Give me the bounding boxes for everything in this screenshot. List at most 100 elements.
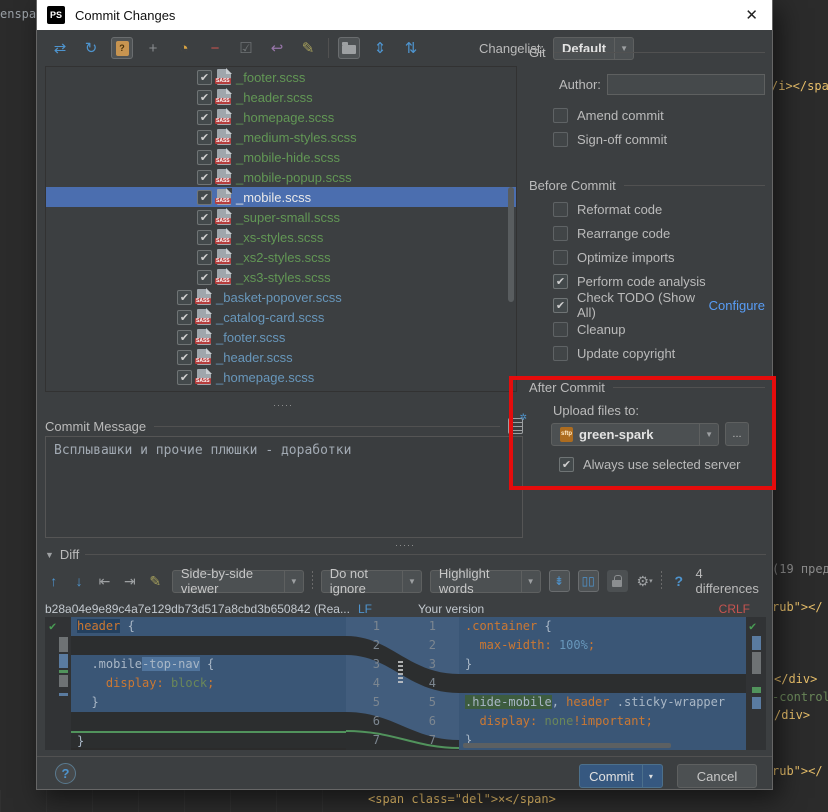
remove-icon[interactable]: − (204, 37, 226, 59)
always-use-server-option[interactable]: ✔ Always use selected server (559, 456, 765, 472)
file-checkbox[interactable]: ✔ (197, 90, 212, 105)
author-field[interactable] (607, 74, 765, 95)
tree-scrollbar[interactable] (508, 187, 514, 302)
file-checkbox[interactable]: ✔ (197, 170, 212, 185)
collapse-all-icon[interactable]: ⇅ (400, 37, 422, 59)
option-label: Sign-off commit (577, 132, 667, 147)
file-checkbox[interactable]: ✔ (197, 110, 212, 125)
option-checkbox-row[interactable]: ✔Perform code analysis (553, 273, 765, 289)
apply-right-icon[interactable]: ⇥ (121, 571, 138, 591)
cancel-button[interactable]: Cancel (677, 764, 757, 788)
tree-file-row[interactable]: ✔SASS_homepage.scss (46, 367, 516, 387)
git-section-header: Git (529, 44, 765, 60)
option-label: Reformat code (577, 202, 662, 217)
file-checkbox[interactable]: ✔ (177, 290, 192, 305)
checkbox-checked-icon[interactable]: ✔ (559, 457, 574, 472)
rollback-icon[interactable]: ↩ (266, 37, 288, 59)
tree-file-row[interactable]: ✔SASS_xs3-styles.scss (46, 267, 516, 287)
next-difference-icon[interactable]: ↓ (70, 571, 87, 591)
checkbox-unchecked-icon[interactable] (553, 322, 568, 337)
option-checkbox-row[interactable]: Amend commit (553, 107, 765, 123)
file-checkbox[interactable]: ✔ (197, 70, 212, 85)
option-checkbox-row[interactable]: Cleanup (553, 321, 765, 337)
checkbox-unchecked-icon[interactable] (553, 202, 568, 217)
browse-servers-button[interactable]: ... (725, 422, 749, 446)
add-file-icon[interactable]: + (142, 37, 164, 59)
configure-link[interactable]: Configure (709, 298, 765, 313)
file-checkbox[interactable]: ✔ (197, 210, 212, 225)
checkbox-unchecked-icon[interactable] (553, 108, 568, 123)
checkbox-unchecked-icon[interactable] (553, 226, 568, 241)
edit-source-icon[interactable]: ✎ (147, 571, 164, 591)
commit-button[interactable]: Commit ▾ (579, 764, 663, 788)
apply-left-icon[interactable]: ⇤ (96, 571, 113, 591)
collapse-triangle-icon[interactable]: ▼ (45, 550, 54, 560)
option-label: Check TODO (Show All) (577, 290, 700, 320)
gear-icon[interactable]: ⚙▾ (636, 571, 653, 591)
file-checkbox[interactable]: ✔ (197, 190, 212, 205)
upload-server-select[interactable]: sftp green-spark ▼ (551, 423, 719, 446)
tree-file-row[interactable]: ✔SASS_mobile-hide.scss (46, 147, 516, 167)
checkbox-checked-icon[interactable]: ✔ (553, 274, 568, 289)
show-unversioned-files-icon[interactable]: ? (111, 37, 133, 59)
group-by-directory-icon[interactable] (338, 37, 360, 59)
file-name: _header.scss (236, 90, 313, 105)
message-history-icon[interactable] (508, 418, 523, 434)
help-button[interactable]: ? (55, 763, 76, 784)
option-checkbox-row[interactable]: Optimize imports (553, 249, 765, 265)
horizontal-scrollbar[interactable] (463, 743, 671, 748)
file-checkbox[interactable]: ✔ (197, 150, 212, 165)
splitter-handle[interactable]: ····· (273, 400, 293, 410)
background-code-fragment: /i></spa (771, 79, 828, 93)
file-checkbox[interactable]: ✔ (197, 250, 212, 265)
checkbox-unchecked-icon[interactable] (553, 132, 568, 147)
synchronize-scrolling-icon[interactable]: ▯▯ (578, 570, 599, 592)
highlight-mode-select[interactable]: Highlight words ▼ (430, 570, 541, 593)
tree-file-row[interactable]: ✔SASS_header.scss (46, 347, 516, 367)
option-checkbox-row[interactable]: Update copyright (553, 345, 765, 361)
checkbox-unchecked-icon[interactable] (553, 250, 568, 265)
file-checkbox[interactable]: ✔ (177, 330, 192, 345)
whitespace-ignore-select[interactable]: Do not ignore ▼ (321, 570, 422, 593)
commit-message-input[interactable]: Всплывашки и прочие плюшки - доработки (45, 436, 523, 538)
checkbox-checked-icon[interactable]: ✔ (553, 298, 568, 313)
diff-line: .mobile-top-nav { (71, 655, 346, 674)
tree-file-row[interactable]: ✔SASS_header.scss (46, 87, 516, 107)
check-files-icon[interactable]: ☑ (235, 37, 257, 59)
tree-file-row[interactable]: ✔SASS_xs2-styles.scss (46, 247, 516, 267)
tree-file-row[interactable]: ✔SASS_footer.scss (46, 67, 516, 87)
lock-icon[interactable] (607, 570, 628, 592)
tree-file-row[interactable]: ✔SASS_mobile.scss (46, 187, 516, 207)
expand-all-icon[interactable]: ⇕ (369, 37, 391, 59)
viewer-mode-select[interactable]: Side-by-side viewer ▼ (172, 570, 304, 593)
move-to-another-changelist-icon[interactable]: ⇄ (49, 37, 71, 59)
file-checkbox[interactable]: ✔ (197, 130, 212, 145)
collapse-unchanged-icon[interactable]: ⇟ (549, 570, 570, 592)
option-checkbox-row[interactable]: Reformat code (553, 201, 765, 217)
tree-file-row[interactable]: ✔SASS_medium-styles.scss (46, 127, 516, 147)
option-checkbox-row[interactable]: Rearrange code (553, 225, 765, 241)
tree-file-row[interactable]: ✔SASS_catalog-card.scss (46, 307, 516, 327)
file-checkbox[interactable]: ✔ (177, 350, 192, 365)
show-diff-icon[interactable]: ◔ (173, 37, 195, 59)
edit-source-icon[interactable]: ✎ (297, 37, 319, 59)
help-icon[interactable]: ? (670, 571, 687, 591)
close-icon[interactable]: ✕ (741, 6, 762, 24)
tree-file-row[interactable]: ✔SASS_super-small.scss (46, 207, 516, 227)
tree-file-row[interactable]: ✔SASS_basket-popover.scss (46, 287, 516, 307)
tree-file-row[interactable]: ✔SASS_mobile-popup.scss (46, 167, 516, 187)
diff-section-header[interactable]: ▼ Diff (45, 547, 766, 562)
tree-file-row[interactable]: ✔SASS_xs-styles.scss (46, 227, 516, 247)
previous-difference-icon[interactable]: ↑ (45, 571, 62, 591)
refresh-icon[interactable]: ↻ (80, 37, 102, 59)
checkbox-unchecked-icon[interactable] (553, 346, 568, 361)
tree-file-row[interactable]: ✔SASS_footer.scss (46, 327, 516, 347)
option-checkbox-row[interactable]: Sign-off commit (553, 131, 765, 147)
file-checkbox[interactable]: ✔ (177, 370, 192, 385)
option-checkbox-row[interactable]: ✔Check TODO (Show All)Configure (553, 297, 765, 313)
file-checkbox[interactable]: ✔ (197, 270, 212, 285)
connector-drag-handle[interactable] (398, 661, 403, 683)
file-checkbox[interactable]: ✔ (197, 230, 212, 245)
tree-file-row[interactable]: ✔SASS_homepage.scss (46, 107, 516, 127)
file-checkbox[interactable]: ✔ (177, 310, 192, 325)
